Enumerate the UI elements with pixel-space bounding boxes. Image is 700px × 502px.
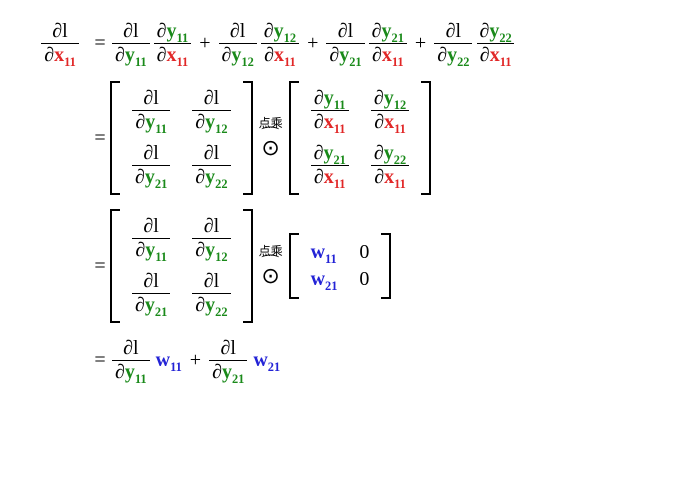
rhs-line3: ∂l∂y11 ∂l∂y12 ∂l∂y21 ∂l∂y22 点乘 ⏜ ⊙ w11 0… xyxy=(110,209,700,323)
rhs-line1: ∂l ∂y11 ∂y11 ∂x11 + ∂l ∂y12 ∂y12 ∂x11 + … xyxy=(110,20,700,67)
odot-icon: ⊙ xyxy=(261,137,279,159)
equals-sign: = xyxy=(90,32,110,55)
plus: + xyxy=(190,349,201,372)
lhs: ∂l ∂x11 xyxy=(30,20,90,67)
matrix-dy-dx: ∂y11∂x11 ∂y12∂x11 ∂y21∂x11 ∂y22∂x11 xyxy=(289,81,432,195)
w11: w11 xyxy=(156,349,182,372)
plus: + xyxy=(307,32,318,55)
w21: w21 xyxy=(253,349,280,372)
zero: 0 xyxy=(359,268,369,291)
frac-dy11-dx11: ∂y11 ∂x11 xyxy=(154,20,192,67)
frac-dy22-dx11: ∂y22 ∂x11 xyxy=(476,20,514,67)
zero: 0 xyxy=(359,241,369,264)
equals-sign: = xyxy=(90,127,110,150)
frac-dl-dx11: ∂l ∂x11 xyxy=(41,20,79,67)
matrix-dl-dy-line3: ∂l∂y11 ∂l∂y12 ∂l∂y21 ∂l∂y22 xyxy=(110,209,253,323)
matrix-dl-dy: ∂l∂y11 ∂l∂y12 ∂l∂y21 ∂l∂y22 xyxy=(110,81,253,195)
frac-dl-dy21: ∂l ∂y21 xyxy=(326,20,364,67)
odot-icon: ⊙ xyxy=(261,265,279,287)
frac-dl-dy11-final: ∂l ∂y11 xyxy=(112,337,150,384)
plus: + xyxy=(199,32,210,55)
frac-dl-dy21-final: ∂l ∂y21 xyxy=(209,337,247,384)
frac-dy12-dx11: ∂y12 ∂x11 xyxy=(261,20,299,67)
brace-icon: ⏜ xyxy=(262,258,280,266)
brace-icon: ⏜ xyxy=(262,130,280,138)
frac-dl-dy12: ∂l ∂y12 xyxy=(219,20,257,67)
frac-dl-dy22: ∂l ∂y22 xyxy=(434,20,472,67)
rhs-line2: ∂l∂y11 ∂l∂y12 ∂l∂y21 ∂l∂y22 点乘 ⏜ ⊙ ∂y11∂… xyxy=(110,81,700,195)
equals-sign: = xyxy=(90,255,110,278)
frac-dy21-dx11: ∂y21 ∂x11 xyxy=(369,20,407,67)
w11: w11 xyxy=(311,241,338,264)
plus: + xyxy=(415,32,426,55)
equals-sign: = xyxy=(90,349,110,372)
hadamard-operator: 点乘 ⏜ ⊙ xyxy=(259,117,283,160)
equation-block: ∂l ∂x11 = ∂l ∂y11 ∂y11 ∂x11 + ∂l ∂y12 ∂y… xyxy=(30,20,670,384)
matrix-w: w11 0 w21 0 xyxy=(289,233,392,299)
hadamard-operator: 点乘 ⏜ ⊙ xyxy=(259,245,283,288)
rhs-line4: ∂l ∂y11 w11 + ∂l ∂y21 w21 xyxy=(110,337,700,384)
frac-dl-dy11: ∂l ∂y11 xyxy=(112,20,150,67)
w21: w21 xyxy=(311,268,338,291)
